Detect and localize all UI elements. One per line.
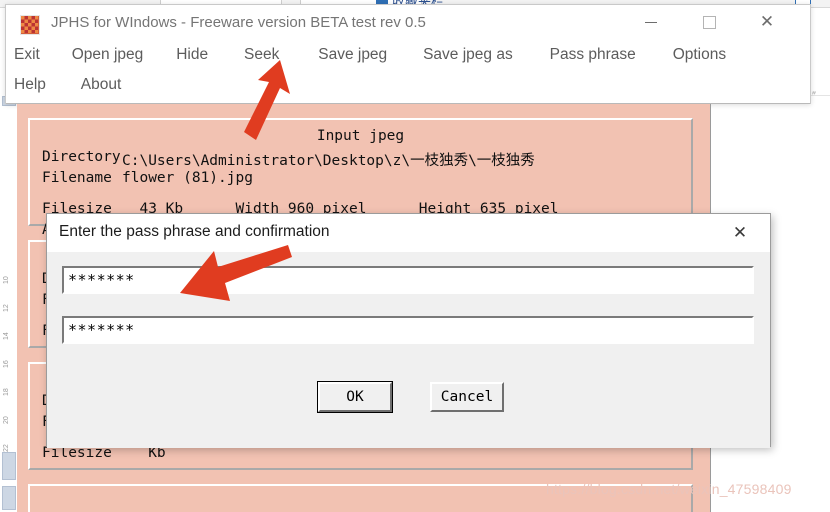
minimize-button[interactable]	[628, 5, 674, 38]
menu-item-save-jpeg-as[interactable]: Save jpeg as	[423, 46, 513, 64]
value-directory: C:\Users\Administrator\Desktop\z\一枝独秀\一枝…	[122, 153, 535, 169]
desktop-background: 收藏夹栏 10 12 14 16 18 20 22 ° ″ JPHS for W…	[0, 0, 830, 512]
close-button[interactable]: ✕	[744, 5, 790, 38]
menu-item-exit[interactable]: Exit	[14, 46, 40, 64]
passphrase-input[interactable]: *******	[62, 266, 754, 294]
dialog-title: Enter the pass phrase and confirmation	[59, 223, 330, 240]
label-filename: Filename	[42, 170, 112, 186]
dialog-body: ******* ******* OK Cancel	[47, 252, 770, 448]
background-quote-glyph: ″	[812, 90, 816, 102]
ok-button-label: OK	[346, 389, 364, 405]
window-titlebar[interactable]: JPHS for WIndows - Freeware version BETA…	[6, 5, 810, 43]
ruler-tick: 14	[3, 332, 10, 340]
close-icon: ✕	[759, 12, 775, 31]
value-filename: flower (81).jpg	[122, 170, 253, 186]
menubar-row-1: Exit Open jpeg Hide Seek Save jpeg Save …	[14, 46, 726, 64]
ruler-tick: 10	[3, 276, 10, 284]
watermark-text: https://blog.csdn.net/weixin_47598409	[546, 481, 792, 497]
maximize-icon	[702, 15, 716, 29]
menu-item-help[interactable]: Help	[14, 76, 46, 94]
close-icon: ✕	[732, 223, 748, 242]
menu-item-seek[interactable]: Seek	[244, 46, 279, 64]
menu-item-save-jpeg[interactable]: Save jpeg	[318, 46, 387, 64]
minimize-icon	[645, 21, 657, 23]
groupbox-heading-input-jpeg: Input jpeg	[316, 128, 405, 144]
label-directory: Directory	[42, 149, 121, 165]
dialog-close-button[interactable]: ✕	[718, 214, 762, 251]
cancel-button-label: Cancel	[440, 389, 494, 405]
window-title: JPHS for WIndows - Freeware version BETA…	[51, 14, 426, 31]
menu-item-options[interactable]: Options	[673, 46, 726, 64]
confirmation-input[interactable]: *******	[62, 316, 754, 344]
maximize-button[interactable]	[686, 5, 732, 38]
jphs-main-window: JPHS for WIndows - Freeware version BETA…	[5, 4, 811, 104]
groupbox-input-jpeg: Input jpeg Directory C:\Users\Administra…	[28, 118, 693, 238]
background-ruler-strip[interactable]: 10 12 14 16 18 20 22	[0, 96, 18, 512]
passphrase-input-value: *******	[68, 271, 135, 289]
ruler-tick: 12	[3, 304, 10, 312]
jphs-app-icon	[20, 15, 40, 35]
dialog-titlebar[interactable]: Enter the pass phrase and confirmation ✕	[47, 214, 770, 252]
passphrase-dialog: Enter the pass phrase and confirmation ✕…	[46, 213, 771, 448]
menu-item-pass-phrase[interactable]: Pass phrase	[550, 46, 636, 64]
menu-item-open-jpeg[interactable]: Open jpeg	[72, 46, 144, 64]
menu-item-about[interactable]: About	[81, 76, 122, 94]
background-scroll-thumb-bottom2[interactable]	[2, 486, 16, 510]
menubar-row-2: Help About	[14, 76, 121, 94]
ruler-tick: 20	[3, 416, 10, 424]
confirmation-input-value: *******	[68, 321, 135, 339]
ruler-tick: 22	[3, 444, 10, 452]
ruler-tick: 18	[3, 388, 10, 396]
cancel-button[interactable]: Cancel	[430, 382, 504, 412]
background-scroll-thumb-bottom[interactable]	[2, 452, 16, 480]
menu-item-hide[interactable]: Hide	[176, 46, 208, 64]
ok-button[interactable]: OK	[317, 381, 393, 413]
ruler-tick: 16	[3, 360, 10, 368]
